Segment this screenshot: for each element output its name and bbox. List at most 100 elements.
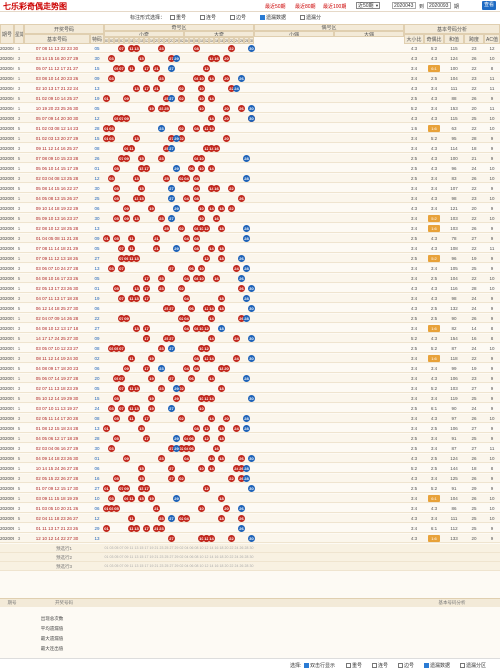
number-ball[interactable]: 13 [133,295,140,302]
table-row[interactable]: 20200845 04 09 14 18 23 26 30 01 04 09 1418 23… [0,454,500,463]
number-ball[interactable]: 26 [238,455,245,462]
table-row[interactable]: 2020043107 08 11 13 22 23 30050708111322… [0,44,500,53]
number-ball[interactable]: 27 [168,185,175,192]
table-row[interactable]: 2020091101 11 13 17 21 23 26290111131721… [0,524,500,533]
number-ball[interactable]: 27 [168,335,175,342]
number-ball[interactable]: 09 [123,115,130,122]
number-ball[interactable]: 15 [138,425,145,432]
number-ball[interactable]: 15 [138,55,145,62]
number-ball[interactable]: 25 [163,225,170,232]
number-ball[interactable]: 26 [238,255,245,262]
number-ball[interactable]: 04 [183,235,190,242]
number-ball[interactable]: 13 [133,385,140,392]
predict-number-cell[interactable]: 30 [249,553,254,562]
number-ball[interactable]: 18 [218,325,225,332]
number-ball[interactable]: 05 [113,215,120,222]
number-ball[interactable]: 12 [203,65,210,72]
number-ball[interactable]: 05 [113,505,120,512]
number-ball[interactable]: 23 [158,275,165,282]
period-100-link[interactable]: 最近100期 [323,3,346,10]
number-ball[interactable]: 03 [108,495,115,502]
checkbox-checked-icon[interactable] [424,663,429,668]
table-row[interactable]: 2020073103 05 07 10 12 23 27080305071012… [0,344,500,353]
number-ball[interactable]: 10 [198,205,205,212]
table-row[interactable]: 2020054507 08 09 10 15 23 28260708091015… [0,154,500,163]
number-ball[interactable]: 08 [193,235,200,242]
number-ball[interactable]: 11 [128,65,135,72]
number-ball[interactable]: 28 [243,175,250,182]
number-ball[interactable]: 13 [133,285,140,292]
table-row[interactable]: 20200815 01 08 12 15 18 24 28 1301 0812 15 18… [0,424,500,433]
number-ball[interactable]: 17 [143,295,150,302]
number-ball[interactable]: 16 [213,445,220,452]
number-ball[interactable]: 20 [223,55,230,62]
number-ball[interactable]: 12 [203,255,210,262]
number-ball[interactable]: 11 [128,495,135,502]
table-row[interactable]: 2020085110 14 15 24 26 27 28061014152426… [0,464,500,473]
number-ball[interactable]: 11 [128,355,135,362]
number-ball[interactable]: 02 [178,415,185,422]
number-ball[interactable]: 28 [243,315,250,322]
number-ball[interactable]: 10 [198,265,205,272]
number-ball[interactable]: 10 [198,155,205,162]
number-ball[interactable]: 07 [118,295,125,302]
number-ball[interactable]: 27 [168,465,175,472]
number-ball[interactable]: 12 [203,345,210,352]
table-row[interactable]: 2020087501 07 09 12 15 17 30270107091215… [0,484,500,493]
number-ball[interactable]: 04 [183,175,190,182]
number-ball[interactable]: 27 [168,375,175,382]
number-ball[interactable]: 19 [148,355,155,362]
number-ball[interactable]: 27 [168,475,175,482]
number-ball[interactable]: 05 [113,475,120,482]
number-ball[interactable]: 07 [118,65,125,72]
number-ball[interactable]: 10 [198,215,205,222]
number-ball[interactable]: 09 [123,95,130,102]
number-ball[interactable]: 06 [188,165,195,172]
number-ball[interactable]: 06 [188,375,195,382]
number-ball[interactable]: 01 [103,525,110,532]
number-ball[interactable]: 19 [148,375,155,382]
number-ball[interactable]: 30 [248,115,255,122]
number-ball[interactable]: 07 [118,45,125,52]
number-ball[interactable]: 10 [198,75,205,82]
number-ball[interactable]: 05 [113,185,120,192]
table-row[interactable]: 20200485 01 02 09 10 14 25 27 1901 02 09 1014… [0,94,500,103]
table-row[interactable]: 2020068304 07 11 13 17 18 28190407111317… [0,294,500,303]
number-ball[interactable]: 30 [248,285,255,292]
checkbox-icon[interactable] [460,663,465,668]
number-ball[interactable]: 13 [133,255,140,262]
checkbox-icon[interactable] [230,15,235,20]
number-ball[interactable]: 14 [208,355,215,362]
number-ball[interactable]: 24 [233,85,240,92]
number-ball[interactable]: 09 [123,365,130,372]
number-ball[interactable]: 17 [143,365,150,372]
table-row[interactable]: 20200803 02 05 11 14 17 20 28 08 02 05 11 14 17… [0,414,500,423]
table-row[interactable]: 2020051501 02 03 08 12 14 23280102030812… [0,124,500,133]
number-ball[interactable]: 03 [108,125,115,132]
number-ball[interactable]: 10 [198,405,205,412]
number-ball[interactable]: 23 [158,345,165,352]
number-ball[interactable]: 13 [133,325,140,332]
number-ball[interactable]: 14 [208,165,215,172]
predict-number-cell[interactable]: 30 [249,562,254,571]
number-ball[interactable]: 23 [158,155,165,162]
number-ball[interactable]: 16 [213,145,220,152]
number-ball[interactable]: 10 [198,85,205,92]
number-ball[interactable]: 12 [203,325,210,332]
number-ball[interactable]: 05 [113,415,120,422]
checkbox-icon[interactable] [398,663,403,668]
table-row[interactable]: 20200605 05 09 10 13 16 23 27 30 0509 10 13 16… [0,214,500,223]
table-row[interactable]: 2020069506 12 14 18 25 27 30060612141825… [0,304,500,313]
number-ball[interactable]: 04 [183,455,190,462]
table-row[interactable]: 2020075504 08 09 17 18 20 23060408091718… [0,364,500,373]
number-ball[interactable]: 30 [248,45,255,52]
number-ball[interactable]: 28 [243,425,250,432]
number-ball[interactable]: 11 [128,515,135,522]
number-ball[interactable]: 21 [153,235,160,242]
number-ball[interactable]: 17 [143,85,150,92]
checkbox-icon[interactable] [300,15,305,20]
number-ball[interactable]: 05 [113,195,120,202]
number-ball[interactable]: 10 [198,95,205,102]
number-ball[interactable]: 18 [218,225,225,232]
table-row[interactable]: 2020057505 08 14 15 16 22 27300508141516… [0,184,500,193]
